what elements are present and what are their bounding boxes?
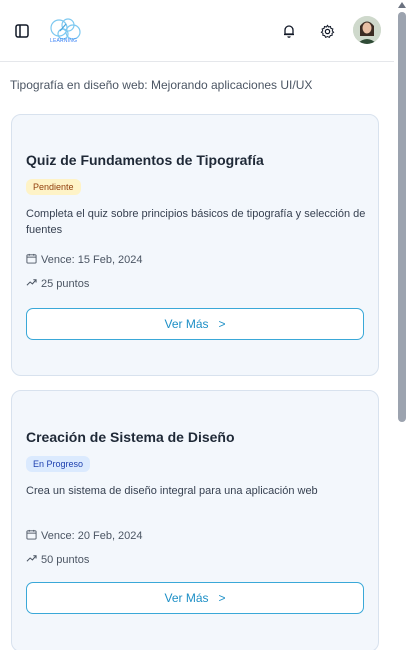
trend-icon: [26, 277, 37, 291]
logo-text: LEARNING: [50, 38, 78, 44]
ver-mas-button[interactable]: Ver Más >: [26, 308, 364, 340]
ver-mas-button[interactable]: Ver Más >: [26, 582, 364, 614]
assignment-card: Creación de Sistema de Diseño En Progres…: [11, 390, 379, 650]
card-title: Quiz de Fundamentos de Tipografía: [26, 152, 264, 168]
avatar[interactable]: [353, 16, 381, 44]
logo[interactable]: LEARNING: [44, 14, 86, 48]
points-text: 25 puntos: [41, 278, 90, 290]
page-title: Tipografía en diseño web: Mejorando apli…: [10, 78, 313, 92]
app-root: LEARNING Tipografía en diseño web: Mejor…: [0, 0, 408, 650]
bell-icon[interactable]: [280, 22, 298, 40]
due-date-text: Vence: 20 Feb, 2024: [41, 530, 143, 542]
trend-icon: [26, 553, 37, 567]
due-date: Vence: 15 Feb, 2024: [26, 253, 143, 267]
points: 25 puntos: [26, 277, 89, 291]
calendar-icon: [26, 253, 37, 267]
status-badge: Pendiente: [26, 179, 81, 195]
card-description: Crea un sistema de diseño integral para …: [26, 485, 318, 497]
card-description: Completa el quiz sobre principios básico…: [26, 208, 366, 236]
due-date-text: Vence: 15 Feb, 2024: [41, 254, 143, 266]
points-text: 50 puntos: [41, 554, 90, 566]
top-header: LEARNING: [0, 0, 394, 62]
calendar-icon: [26, 529, 37, 543]
scroll-up-icon[interactable]: [398, 2, 406, 8]
chevron-right-icon: >: [218, 317, 226, 331]
points: 50 puntos: [26, 553, 89, 567]
ver-mas-label: Ver Más: [164, 591, 209, 605]
ver-mas-label: Ver Más: [164, 317, 209, 331]
due-date: Vence: 20 Feb, 2024: [26, 529, 143, 543]
assignment-card: Quiz de Fundamentos de Tipografía Pendie…: [11, 114, 379, 376]
card-title: Creación de Sistema de Diseño: [26, 429, 235, 445]
sidebar-toggle-icon[interactable]: [12, 21, 32, 41]
gear-icon[interactable]: [318, 22, 336, 40]
scroll-thumb[interactable]: [398, 12, 406, 422]
chevron-right-icon: >: [218, 591, 226, 605]
status-badge: En Progreso: [26, 456, 91, 472]
vertical-scrollbar[interactable]: [396, 0, 408, 650]
